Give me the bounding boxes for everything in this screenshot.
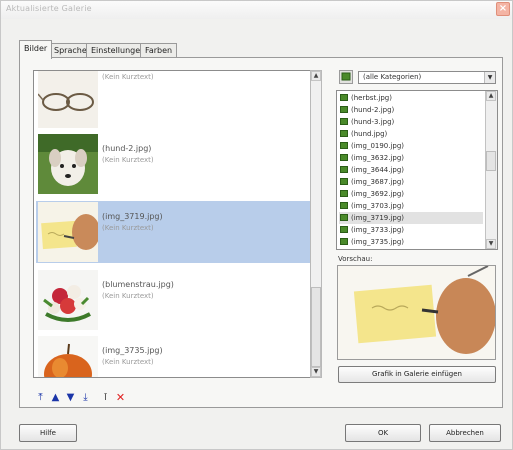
help-button[interactable]: Hilfe xyxy=(19,424,77,442)
glasses-thumbnail xyxy=(38,71,98,128)
image-file-icon xyxy=(340,214,348,221)
image-file-icon xyxy=(340,238,348,245)
scroll-down-arrow-icon[interactable]: ▼ xyxy=(311,367,321,377)
entry-description: (Kein Kurztext) xyxy=(102,358,154,366)
file-list-item[interactable]: (img_3735.jpg) xyxy=(339,236,483,248)
move-down-icon[interactable]: ▼ xyxy=(65,392,76,403)
preview-label: Vorschau: xyxy=(338,255,373,263)
image-file-icon xyxy=(340,142,348,149)
apple-thumbnail xyxy=(38,336,98,377)
scrollbar-thumb[interactable] xyxy=(486,151,496,171)
file-list-item[interactable]: (img_3687.jpg) xyxy=(339,176,483,188)
move-up-icon[interactable]: ▲ xyxy=(50,392,61,403)
image-file-icon xyxy=(340,202,348,209)
cancel-button[interactable]: Abbrechen xyxy=(429,424,501,442)
list-item[interactable]: (img_3735.jpg) (Kein Kurztext) xyxy=(36,335,312,377)
preview-image xyxy=(337,265,496,360)
list-item[interactable]: (blumenstrau.jpg) (Kein Kurztext) xyxy=(36,269,312,331)
entry-description: (Kein Kurztext) xyxy=(102,224,154,232)
list-item[interactable]: (Kein Kurztext) xyxy=(36,71,312,129)
image-file-icon xyxy=(340,154,348,161)
entry-description: (Kein Kurztext) xyxy=(102,73,154,81)
insert-into-gallery-button[interactable]: Grafik in Galerie einfügen xyxy=(338,366,496,383)
category-icon[interactable] xyxy=(339,70,353,84)
entry-name: (img_3719.jpg) xyxy=(102,212,163,221)
image-file-icon xyxy=(340,166,348,173)
image-file-icon xyxy=(340,226,348,233)
scrollbar-thumb[interactable] xyxy=(311,287,321,367)
scroll-down-arrow-icon[interactable]: ▼ xyxy=(486,239,496,249)
file-list-item[interactable]: (hund.jpg) xyxy=(339,128,483,140)
file-list-item[interactable]: (img_3692.jpg) xyxy=(339,188,483,200)
bouquet-thumbnail xyxy=(38,270,98,330)
image-list-scrollbar[interactable]: ▲ ▼ xyxy=(310,70,322,378)
scroll-up-arrow-icon[interactable]: ▲ xyxy=(311,71,321,81)
list-item[interactable]: (hund-2.jpg) (Kein Kurztext) xyxy=(36,133,312,195)
file-list-item[interactable]: (img_3632.jpg) xyxy=(339,152,483,164)
window-title: Aktualisierte Galerie xyxy=(6,4,92,13)
image-file-icon xyxy=(340,118,348,125)
tab-panel-bilder: (Kein Kurztext) (hund-2.jpg) (Kein Kurzt… xyxy=(19,57,503,408)
file-list-scrollbar[interactable]: ▲ ▼ xyxy=(485,91,497,249)
note-hand-thumbnail xyxy=(38,202,98,262)
file-list-item[interactable]: (herbst.jpg) xyxy=(339,92,483,104)
file-list-item[interactable]: (img_3703.jpg) xyxy=(339,200,483,212)
image-file-icon xyxy=(340,190,348,197)
entry-description: (Kein Kurztext) xyxy=(102,156,154,164)
image-file-icon xyxy=(340,130,348,137)
move-to-bottom-icon[interactable]: ⤓ xyxy=(80,392,91,403)
gallery-image-list[interactable]: (Kein Kurztext) (hund-2.jpg) (Kein Kurzt… xyxy=(33,70,314,378)
ok-button[interactable]: OK xyxy=(345,424,421,442)
delete-icon[interactable]: ✕ xyxy=(115,392,126,403)
close-button[interactable]: × xyxy=(496,2,510,16)
list-item[interactable]: (img_3719.jpg) (Kein Kurztext) xyxy=(36,201,312,263)
title-bar: Aktualisierte Galerie × xyxy=(1,1,512,19)
tab-farben[interactable]: Farben xyxy=(140,43,178,58)
image-file-icon xyxy=(340,106,348,113)
file-list-item[interactable]: (img_3733.jpg) xyxy=(339,224,483,236)
text-icon[interactable]: Ī xyxy=(100,392,111,403)
preview-note-hand-image xyxy=(338,266,495,359)
gallery-dialog: Aktualisierte Galerie × Bilder Sprache E… xyxy=(0,0,513,450)
move-to-top-icon[interactable]: ⤒ xyxy=(35,392,46,403)
file-list-item[interactable]: (img_3644.jpg) xyxy=(339,164,483,176)
dog-thumbnail xyxy=(38,134,98,194)
entry-name: (img_3735.jpg) xyxy=(102,346,163,355)
file-list-item[interactable]: (hund-3.jpg) xyxy=(339,116,483,128)
file-list-item[interactable]: (hund-2.jpg) xyxy=(339,104,483,116)
scroll-up-arrow-icon[interactable]: ▲ xyxy=(486,91,496,101)
category-image-icon xyxy=(341,72,351,81)
category-dropdown[interactable]: (alle Kategorien) ▼ xyxy=(358,71,496,84)
chevron-down-icon[interactable]: ▼ xyxy=(484,72,495,83)
entry-name: (hund-2.jpg) xyxy=(102,144,152,153)
entry-name: (blumenstrau.jpg) xyxy=(102,280,174,289)
image-file-icon xyxy=(340,94,348,101)
image-file-icon xyxy=(340,178,348,185)
category-selected-value: (alle Kategorien) xyxy=(363,73,422,81)
file-list-item[interactable]: (img_0190.jpg) xyxy=(339,140,483,152)
file-list-item-selected[interactable]: (img_3719.jpg) xyxy=(339,212,483,224)
file-list[interactable]: (herbst.jpg) (hund-2.jpg) (hund-3.jpg) (… xyxy=(336,90,498,250)
tab-bilder[interactable]: Bilder xyxy=(19,40,53,59)
entry-description: (Kein Kurztext) xyxy=(102,292,154,300)
